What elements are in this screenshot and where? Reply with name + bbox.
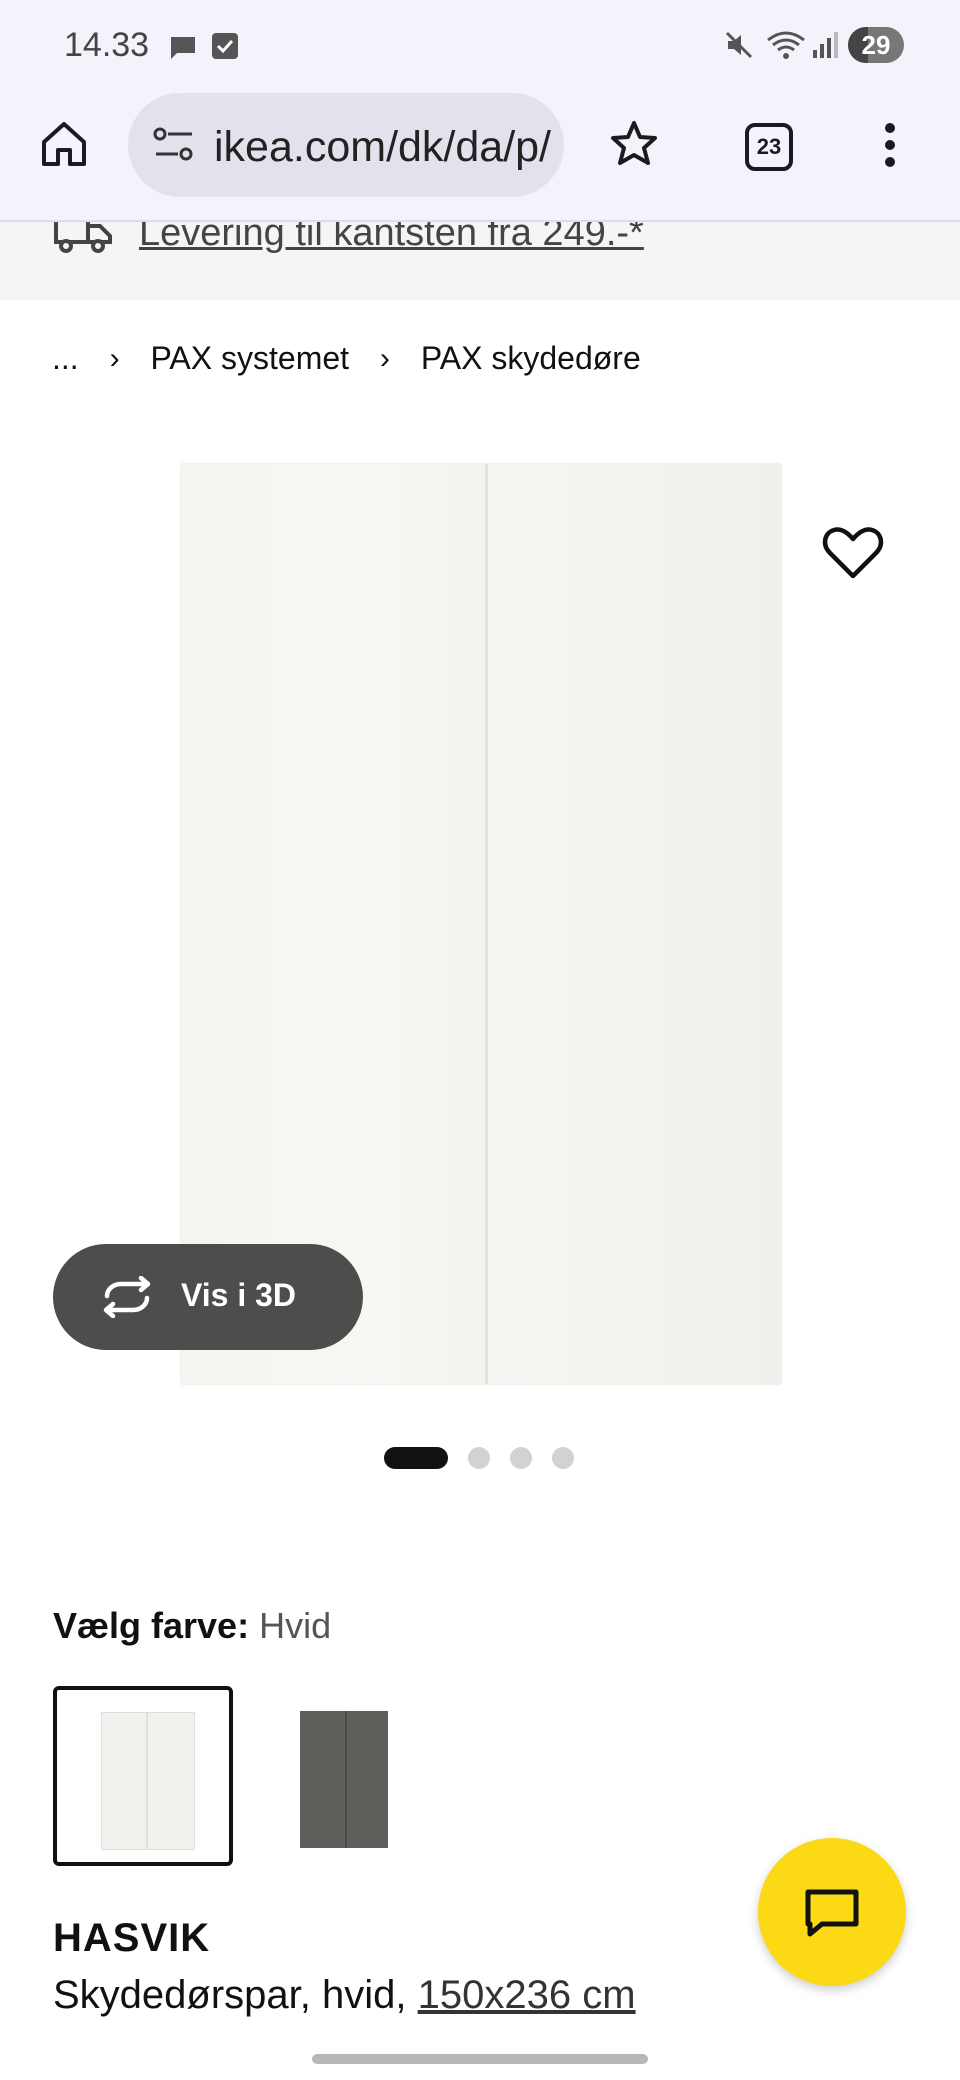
url-text: ikea.com/dk/da/p/: [214, 123, 552, 171]
browser-toolbar: ikea.com/dk/da/p/ 23: [0, 90, 960, 222]
battery-icon: 29: [848, 27, 904, 63]
address-bar[interactable]: ikea.com/dk/da/p/: [128, 93, 564, 197]
swatch-image-white: [101, 1712, 195, 1850]
carousel-dot-2[interactable]: [468, 1447, 490, 1469]
checkbox-notification-icon: [211, 32, 239, 65]
chat-notification-icon: [168, 34, 198, 67]
wifi-icon: [766, 30, 806, 65]
bookmark-star-icon[interactable]: [608, 118, 660, 175]
chat-button[interactable]: [758, 1838, 906, 1986]
site-settings-icon[interactable]: [152, 126, 196, 167]
more-menu-icon[interactable]: [882, 122, 898, 173]
battery-level: 29: [861, 30, 891, 60]
carousel-dot-4[interactable]: [552, 1447, 574, 1469]
color-select-label: Vælg farve: Hvid: [53, 1605, 331, 1647]
chevron-right-icon: ›: [109, 341, 120, 375]
home-icon[interactable]: [38, 118, 90, 175]
color-label-text: Vælg farve:: [53, 1605, 250, 1646]
delivery-banner[interactable]: Levering til kantsten fra 249.-*: [0, 222, 960, 300]
view-3d-button[interactable]: Vis i 3D: [53, 1244, 363, 1350]
mute-icon: [724, 30, 754, 65]
chevron-right-icon: ›: [379, 341, 390, 375]
door-panel-right: [490, 464, 781, 1384]
signal-icon: [812, 30, 840, 65]
color-value: Hvid: [259, 1605, 332, 1646]
status-time: 14.33: [64, 26, 150, 64]
status-bar: 14.33 29: [0, 0, 960, 90]
delivery-link[interactable]: Levering til kantsten fra 249.-*: [139, 222, 644, 255]
product-size-link[interactable]: 150x236 cm: [418, 1973, 636, 2017]
breadcrumb-ellipsis[interactable]: ...: [52, 340, 79, 377]
color-swatch-white[interactable]: [53, 1686, 233, 1866]
carousel-dot-1[interactable]: [384, 1447, 448, 1469]
breadcrumb-item-pax-systemet[interactable]: PAX systemet: [150, 340, 349, 377]
product-name: HASVIK: [53, 1916, 211, 1960]
view-3d-label: Vis i 3D: [181, 1277, 297, 1313]
rotate-3d-icon: [99, 1275, 155, 1323]
carousel-dot-3[interactable]: [510, 1447, 532, 1469]
favorite-heart-icon[interactable]: [818, 518, 888, 588]
product-description: Skydedørspar, hvid, 150x236 cm: [53, 1973, 636, 2018]
tab-switcher-button[interactable]: 23: [745, 123, 793, 171]
home-indicator[interactable]: [312, 2054, 648, 2064]
delivery-truck-icon: [54, 222, 114, 259]
product-description-text: Skydedørspar, hvid,: [53, 1973, 407, 2017]
breadcrumb-item-pax-skydedore[interactable]: PAX skydedøre: [421, 340, 641, 377]
breadcrumb: ... › PAX systemet › PAX skydedøre: [52, 338, 641, 377]
color-swatch-grey[interactable]: [300, 1711, 388, 1848]
chat-icon: [804, 1888, 860, 1945]
